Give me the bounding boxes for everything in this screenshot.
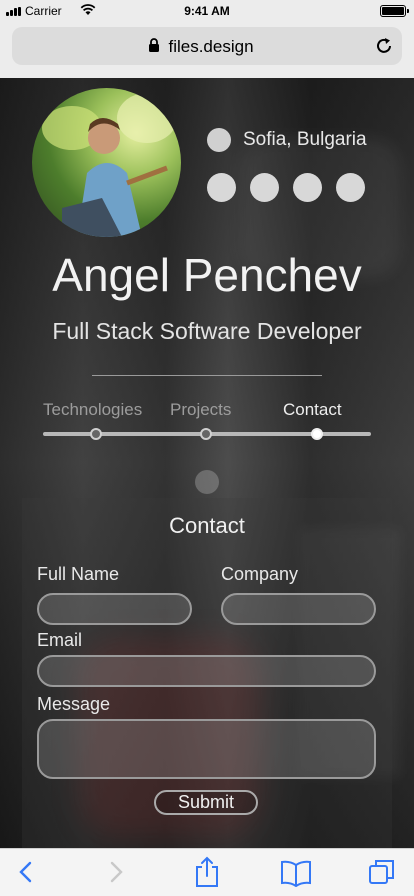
location-text: Sofia, Bulgaria [243,129,367,150]
social-link-icon[interactable] [293,173,322,202]
clock: 9:41 AM [184,4,230,18]
tabs-icon[interactable] [368,858,396,886]
back-icon[interactable] [14,859,38,885]
share-icon[interactable] [194,856,220,888]
message-field[interactable] [37,719,376,779]
page-content: Sofia, Bulgaria Angel Penchev Full Stack… [0,78,414,848]
browser-address-area: files.design [0,22,414,78]
tab-marker-projects[interactable] [200,428,212,440]
forward-icon[interactable] [104,859,128,885]
tab-technologies[interactable]: Technologies [43,400,142,420]
contact-icon [195,470,219,494]
social-link-icon[interactable] [207,173,236,202]
social-link-icon[interactable] [336,173,365,202]
submit-button[interactable]: Submit [154,790,258,815]
profile-name: Angel Penchev [52,249,362,301]
divider [92,375,322,376]
tab-marker-contact[interactable] [311,428,323,440]
profile-title: Full Stack Software Developer [52,318,362,344]
email-field[interactable] [37,655,376,687]
company-label: Company [221,564,299,584]
address-bar[interactable]: files.design [12,27,402,65]
tab-contact[interactable]: Contact [283,400,342,420]
email-label: Email [37,630,83,650]
full-name-label: Full Name [37,564,120,584]
browser-toolbar [0,848,414,896]
battery-icon [380,5,409,17]
bookmarks-icon[interactable] [280,859,312,887]
full-name-field[interactable] [37,593,192,625]
reload-icon[interactable] [374,36,394,56]
tab-marker-technologies[interactable] [90,428,102,440]
location-icon [207,128,231,152]
contact-heading: Contact [169,513,245,538]
avatar-photo [42,93,177,237]
url-text: files.design [168,37,254,56]
social-link-icon[interactable] [250,173,279,202]
message-label: Message [37,694,111,714]
company-field[interactable] [221,593,376,625]
social-links [207,173,365,202]
section-tabs: Technologies Projects Contact [0,400,414,430]
tab-projects[interactable]: Projects [170,400,231,420]
status-bar: Carrier 9:41 AM [0,0,414,22]
profile-avatar [32,88,181,237]
